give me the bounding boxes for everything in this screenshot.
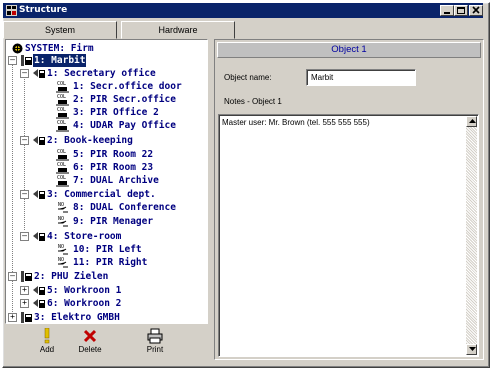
collapse-icon[interactable]: – bbox=[20, 190, 29, 199]
svg-text:COL: COL bbox=[57, 149, 66, 155]
svg-text:COL: COL bbox=[57, 81, 66, 87]
collapse-icon[interactable]: – bbox=[8, 272, 17, 281]
no-detector-icon: NO bbox=[58, 257, 68, 268]
no-detector-icon: NO bbox=[58, 216, 68, 227]
window-title: Structure bbox=[19, 5, 68, 15]
tree-node-label: 7: DUAL Archive bbox=[73, 175, 159, 186]
zone-icon bbox=[33, 232, 45, 241]
tree-node-label: 1: Marbit bbox=[33, 54, 87, 67]
collapse-icon[interactable]: – bbox=[8, 56, 17, 65]
tree-node-label: 2: PIR Secr.office bbox=[73, 94, 176, 105]
tab-strip: System Hardware bbox=[3, 21, 235, 39]
partition-icon bbox=[21, 271, 32, 282]
svg-text:COL: COL bbox=[57, 162, 66, 168]
minimize-button[interactable] bbox=[440, 5, 454, 16]
svg-text:NO: NO bbox=[58, 202, 64, 208]
add-button-label: Add bbox=[39, 345, 55, 354]
scroll-down-button[interactable] bbox=[466, 344, 477, 355]
close-icon bbox=[472, 6, 480, 14]
expand-icon[interactable]: + bbox=[8, 313, 17, 322]
title-bar[interactable]: Structure bbox=[3, 3, 483, 18]
zone-icon bbox=[33, 299, 45, 308]
app-icon bbox=[6, 5, 17, 16]
col-detector-icon: COL bbox=[56, 149, 69, 161]
col-detector-icon: COL bbox=[56, 162, 69, 174]
no-detector-icon: NO bbox=[58, 202, 68, 213]
zone-icon bbox=[33, 286, 45, 295]
collapse-icon[interactable]: – bbox=[20, 136, 29, 145]
notes-text: Master user: Mr. Brown (tel. 555 555 555… bbox=[222, 118, 370, 127]
minimize-icon bbox=[444, 12, 450, 14]
tree-line bbox=[24, 70, 25, 230]
tree-node-label: 2: Book-keeping bbox=[47, 135, 133, 146]
tree-node-label: 4: Store-room bbox=[47, 231, 122, 242]
collapse-icon[interactable]: – bbox=[20, 69, 29, 78]
tab-hardware[interactable]: Hardware bbox=[121, 21, 235, 39]
maximize-icon bbox=[457, 7, 465, 14]
svg-text:COL: COL bbox=[57, 107, 66, 113]
object-name-field[interactable]: Marbit bbox=[306, 69, 416, 86]
print-button-label: Print bbox=[146, 345, 164, 354]
zone-icon bbox=[33, 136, 45, 145]
svg-text:COL: COL bbox=[57, 94, 66, 100]
close-button[interactable] bbox=[469, 5, 483, 16]
tree-node-label: 5: PIR Room 22 bbox=[73, 149, 154, 160]
expand-icon[interactable]: + bbox=[20, 299, 29, 308]
maximize-button[interactable] bbox=[454, 5, 468, 16]
notes-scrollbar[interactable] bbox=[466, 116, 477, 355]
svg-text:NO: NO bbox=[58, 257, 64, 263]
tree-node-label: 8: DUAL Conference bbox=[73, 202, 176, 213]
object-details-panel: Object 1 Object name: Marbit Notes - Obj… bbox=[214, 39, 484, 360]
delete-button[interactable]: Delete bbox=[70, 328, 110, 358]
tree-node-label: 5: Workroon 1 bbox=[47, 285, 122, 296]
expand-icon[interactable]: + bbox=[20, 286, 29, 295]
svg-text:COL: COL bbox=[57, 120, 66, 126]
no-detector-icon: NO bbox=[58, 244, 68, 255]
col-detector-icon: COL bbox=[56, 94, 69, 106]
tree-node-label: 1: Secretary office bbox=[47, 68, 156, 79]
tree-node-label: 6: PIR Room 23 bbox=[73, 162, 154, 173]
col-detector-icon: COL bbox=[56, 107, 69, 119]
tree-toolbar: Add Delete Print bbox=[5, 326, 208, 360]
col-detector-icon: COL bbox=[56, 81, 69, 93]
system-root-icon bbox=[12, 43, 23, 54]
tab-system[interactable]: System bbox=[3, 21, 117, 39]
print-button[interactable]: Print bbox=[135, 328, 175, 358]
collapse-icon[interactable]: – bbox=[20, 232, 29, 241]
col-detector-icon: COL bbox=[56, 175, 69, 187]
tree-node-label: 2: PHU Zielen bbox=[34, 271, 109, 282]
tree-node-label: 6: Workroon 2 bbox=[47, 298, 122, 309]
arrow-up-icon bbox=[469, 119, 476, 123]
zone-icon bbox=[33, 190, 45, 199]
structure-tree[interactable]: SYSTEM: Firm – 1: Marbit – 1: Secretary … bbox=[5, 39, 208, 324]
notes-textarea[interactable]: Master user: Mr. Brown (tel. 555 555 555… bbox=[218, 114, 479, 357]
tree-node-label: 3: Elektro GMBH bbox=[34, 312, 120, 323]
arrow-down-icon bbox=[469, 347, 476, 351]
tree-node-label: 4: UDAR Pay Office bbox=[73, 120, 176, 131]
svg-text:NO: NO bbox=[58, 216, 64, 222]
exclamation-icon bbox=[44, 328, 50, 344]
delete-button-label: Delete bbox=[78, 345, 102, 354]
object-header: Object 1 bbox=[217, 42, 481, 58]
tree-node-label: 1: Secr.office door bbox=[73, 81, 182, 92]
printer-icon bbox=[147, 328, 163, 344]
tree-node-label: 9: PIR Menager bbox=[73, 216, 154, 227]
add-button[interactable]: Add bbox=[27, 328, 67, 358]
col-detector-icon: COL bbox=[56, 120, 69, 132]
tree-node-label: 11: PIR Right bbox=[73, 257, 148, 268]
zone-icon bbox=[33, 69, 45, 78]
tree-node-label: 3: Commercial dept. bbox=[47, 189, 156, 200]
partition-icon bbox=[21, 312, 32, 323]
scroll-up-button[interactable] bbox=[466, 116, 477, 127]
svg-text:NO: NO bbox=[58, 244, 64, 250]
object-name-label: Object name: bbox=[224, 73, 272, 82]
notes-label: Notes - Object 1 bbox=[224, 97, 282, 106]
svg-text:COL: COL bbox=[57, 175, 66, 181]
partition-icon bbox=[21, 55, 32, 66]
delete-x-icon bbox=[84, 329, 96, 343]
tree-node-label: 3: PIR Office 2 bbox=[73, 107, 159, 118]
tree-node-label: 10: PIR Left bbox=[73, 244, 142, 255]
